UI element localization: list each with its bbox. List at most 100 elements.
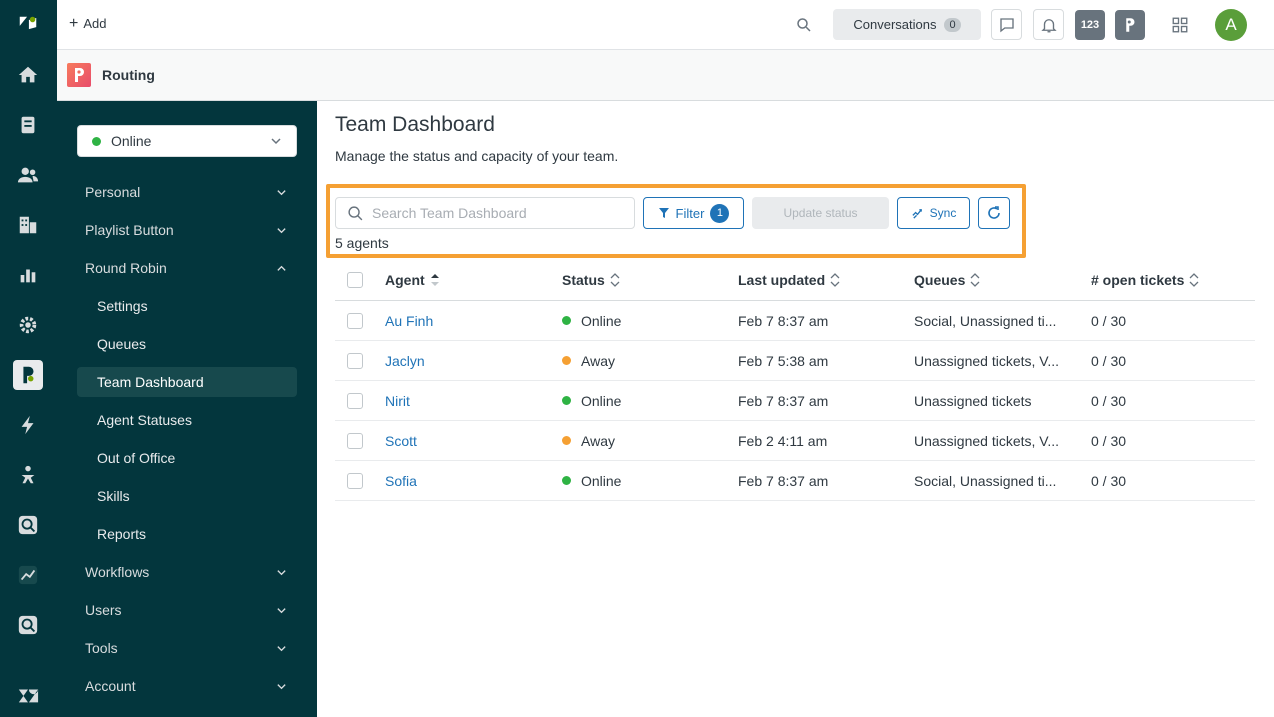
nav-users[interactable]: Users (77, 595, 297, 625)
open-tickets-text: 0 / 30 (1091, 472, 1127, 489)
product-rail (0, 0, 57, 717)
agent-link[interactable]: Scott (385, 433, 417, 449)
nav-skills[interactable]: Skills (77, 481, 297, 511)
agent-count: 5 agents (335, 235, 389, 251)
open-tickets-text: 0 / 30 (1091, 392, 1127, 409)
nav-label: Reports (97, 526, 147, 542)
chat-button[interactable] (991, 9, 1022, 40)
app-header: Routing (57, 50, 1274, 101)
last-updated-text: Feb 7 5:38 am (738, 352, 829, 369)
analytics-app-icon[interactable] (13, 560, 43, 590)
person-app-icon[interactable] (13, 460, 43, 490)
add-button[interactable]: + Add (69, 15, 107, 31)
page-title: Team Dashboard (335, 113, 495, 136)
nav-queues[interactable]: Queues (77, 329, 297, 359)
agents-table: Agent Status Last updated Queues # open … (335, 260, 1255, 501)
sort-icon (830, 273, 840, 287)
nav-label: Round Robin (85, 260, 167, 276)
filter-count-badge: 1 (710, 203, 730, 223)
table-row: Sofia Online Feb 7 8:37 am Social, Unass… (335, 461, 1255, 501)
nav-settings[interactable]: Settings (77, 291, 297, 321)
organizations-icon[interactable] (13, 210, 43, 240)
zendesk-logo-icon[interactable] (13, 10, 43, 40)
header-label: Last updated (738, 272, 826, 288)
away-status-dot (562, 356, 571, 365)
search-app-icon[interactable] (13, 510, 43, 540)
column-header-queues[interactable]: Queues (914, 260, 1084, 300)
column-header-open-tickets[interactable]: # open tickets (1091, 260, 1251, 300)
table-row: Au Finh Online Feb 7 8:37 am Social, Una… (335, 301, 1255, 341)
home-icon[interactable] (13, 60, 43, 90)
queues-text: Social, Unassigned ti... (914, 472, 1057, 489)
nav-tools[interactable]: Tools (77, 633, 297, 663)
notifications-button[interactable] (1033, 9, 1064, 40)
chevron-down-icon (271, 138, 281, 145)
nav-out-of-office[interactable]: Out of Office (77, 443, 297, 473)
agent-link[interactable]: Nirit (385, 393, 410, 409)
routing-app-icon[interactable] (13, 360, 43, 390)
select-all-checkbox[interactable] (347, 272, 363, 288)
row-checkbox[interactable] (347, 313, 363, 329)
status-text: Away (581, 352, 615, 369)
last-updated-text: Feb 7 8:37 am (738, 472, 829, 489)
nav-round-robin[interactable]: Round Robin (77, 253, 297, 283)
column-header-status[interactable]: Status (562, 260, 732, 300)
refresh-icon (988, 206, 1000, 219)
lightning-app-icon[interactable] (13, 410, 43, 440)
explore-app-icon[interactable] (13, 610, 43, 640)
nav-label: Skills (97, 488, 130, 504)
row-checkbox[interactable] (347, 433, 363, 449)
column-header-last-updated[interactable]: Last updated (738, 260, 908, 300)
sort-icon (970, 273, 980, 287)
search-team-dashboard-input[interactable]: Search Team Dashboard (335, 197, 635, 229)
nav-reports[interactable]: Reports (77, 519, 297, 549)
online-status-dot (562, 316, 571, 325)
nav-playlist-button[interactable]: Playlist Button (77, 215, 297, 245)
refresh-button[interactable] (978, 197, 1010, 229)
add-label: Add (83, 16, 107, 31)
nav-label: Team Dashboard (97, 374, 204, 390)
customers-icon[interactable] (13, 160, 43, 190)
conversations-button[interactable]: Conversations 0 (833, 9, 981, 40)
apps-grid-icon[interactable] (1171, 16, 1189, 34)
nav-label: Account (85, 678, 136, 694)
row-checkbox[interactable] (347, 393, 363, 409)
online-status-dot (92, 136, 101, 146)
header-label: Status (562, 272, 605, 288)
table-row: Nirit Online Feb 7 8:37 am Unassigned ti… (335, 381, 1255, 421)
sync-button[interactable]: Sync (897, 197, 970, 229)
nav-account[interactable]: Account (77, 671, 297, 701)
reporting-icon[interactable] (13, 260, 43, 290)
routing-p-icon[interactable] (1115, 10, 1145, 40)
row-checkbox[interactable] (347, 473, 363, 489)
zendesk-z-icon[interactable] (13, 680, 43, 710)
agent-link[interactable]: Jaclyn (385, 353, 425, 369)
nav-label: Agent Statuses (97, 412, 192, 428)
app-123-icon[interactable]: 123 (1075, 10, 1105, 40)
nav-label: Queues (97, 336, 147, 352)
status-text: Online (581, 472, 622, 489)
nav-personal[interactable]: Personal (77, 177, 297, 207)
online-status-dot (562, 476, 571, 485)
views-icon[interactable] (13, 110, 43, 140)
agent-link[interactable]: Sofia (385, 473, 417, 489)
chevron-down-icon (277, 684, 286, 690)
update-status-button[interactable]: Update status (752, 197, 889, 229)
chevron-down-icon (277, 570, 286, 576)
search-icon[interactable] (795, 16, 813, 34)
nav-workflows[interactable]: Workflows (77, 557, 297, 587)
filter-button[interactable]: Filter 1 (643, 197, 744, 229)
row-checkbox[interactable] (347, 353, 363, 369)
queues-text: Unassigned tickets (914, 392, 1032, 409)
routing-logo-icon (67, 63, 91, 87)
agent-link[interactable]: Au Finh (385, 313, 433, 329)
nav-team-dashboard[interactable]: Team Dashboard (77, 367, 297, 397)
nav-agent-statuses[interactable]: Agent Statuses (77, 405, 297, 435)
admin-gear-icon[interactable] (13, 310, 43, 340)
header-label: Agent (385, 272, 425, 288)
agent-status-select[interactable]: Online (77, 125, 297, 157)
nav-label: Tools (85, 640, 118, 656)
user-avatar[interactable]: A (1215, 9, 1247, 41)
column-header-agent[interactable]: Agent (385, 260, 555, 300)
status-text: Away (581, 432, 615, 449)
